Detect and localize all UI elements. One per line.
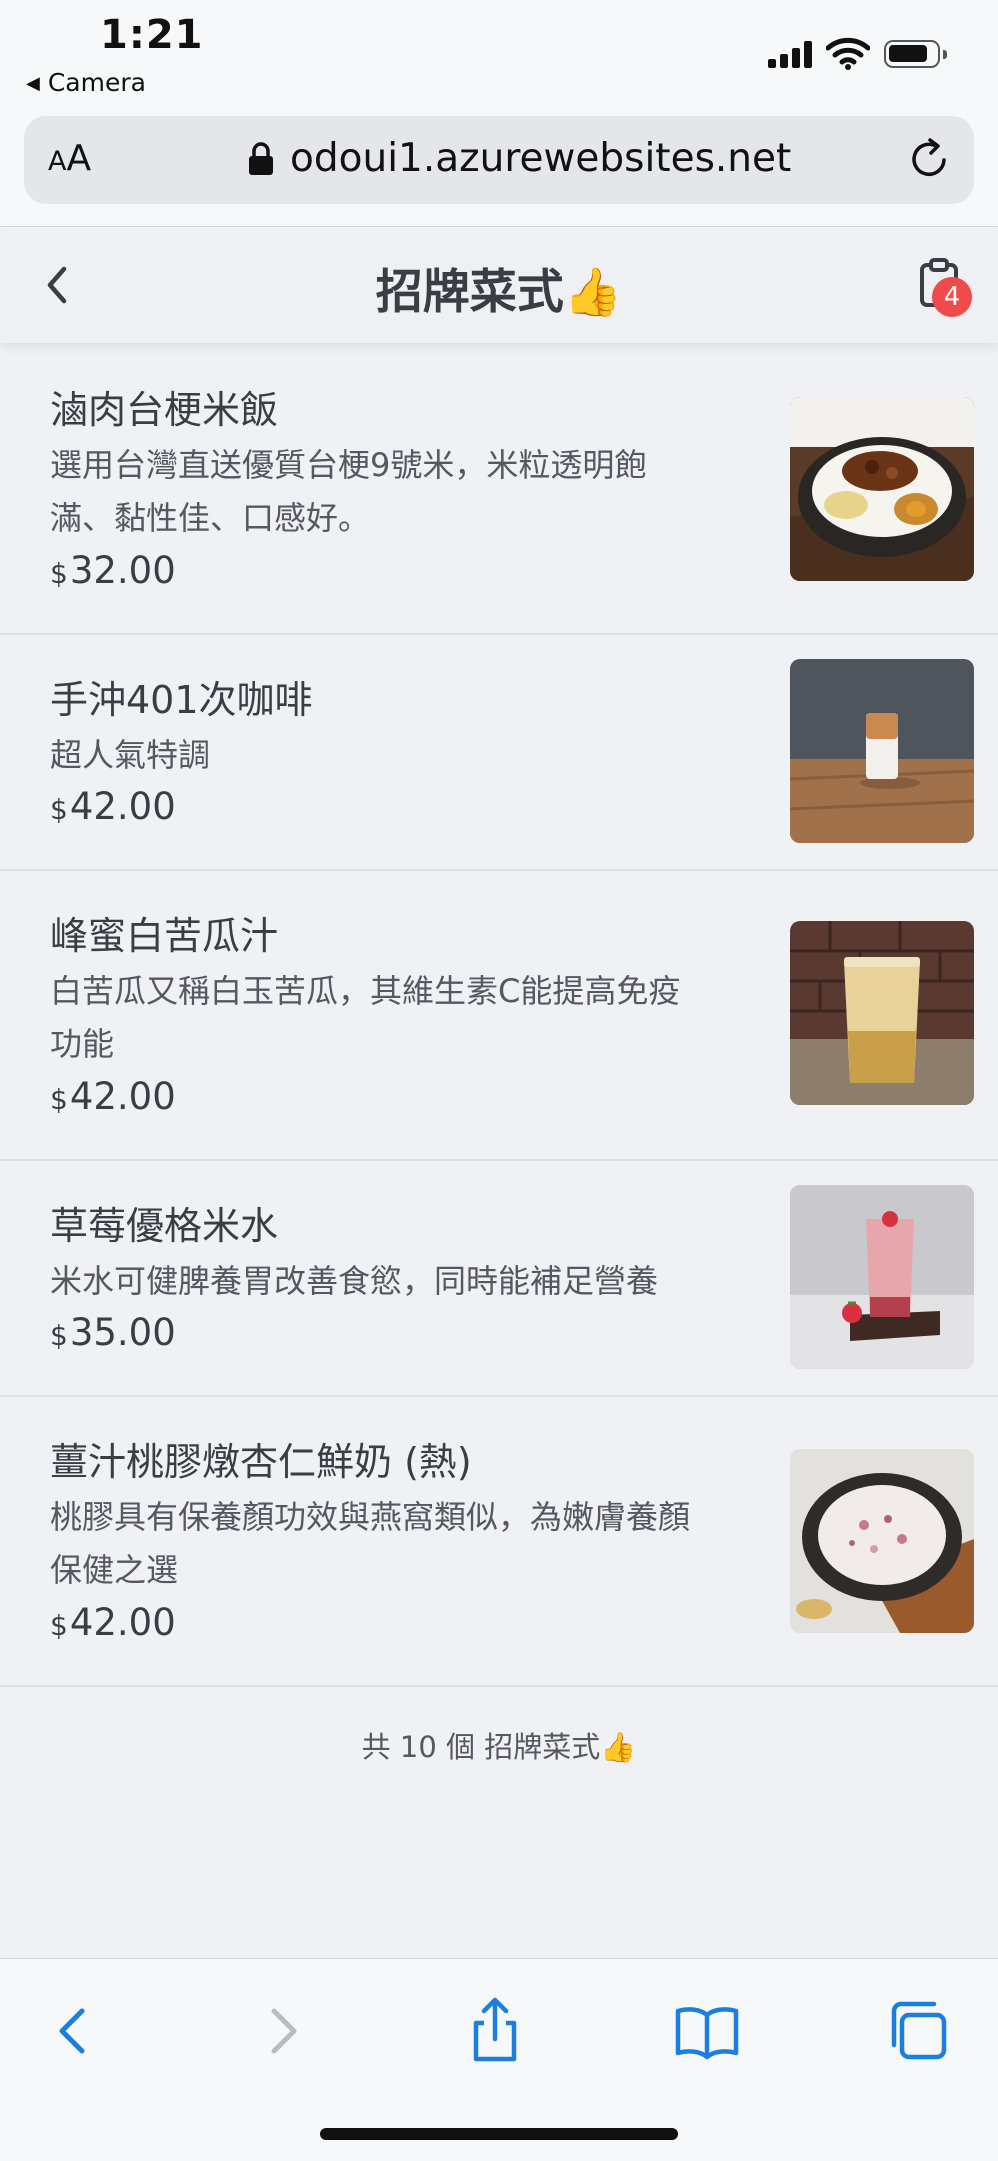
item-description: 米水可健脾養胃改善食慾，同時能補足營養 [50,1262,659,1300]
item-name: 手沖401次咖啡 [50,678,313,722]
wifi-icon [826,37,870,70]
item-photo-strawberry-yogurt-drink [790,1185,974,1369]
item-description: 超人氣特調 [50,736,211,774]
text-size-button[interactable]: AA [48,138,91,179]
browser-address-area: AA odoui1.azurewebsites.net [0,110,998,227]
item-price: $32.00 [50,549,176,592]
back-to-camera-link[interactable]: ◀ Camera [26,68,146,97]
item-price: $42.00 [50,1601,176,1644]
list-item[interactable]: 草莓優格米水 米水可健脾養胃改善食慾，同時能補足營養 $35.00 [0,1161,998,1397]
back-triangle-icon: ◀ [26,73,40,94]
address-bar[interactable]: AA odoui1.azurewebsites.net [24,116,974,204]
item-name: 草莓優格米水 [50,1204,279,1248]
item-name: 峰蜜白苦瓜汁 [50,914,279,958]
item-name: 滷肉台梗米飯 [50,388,279,432]
list-item[interactable]: 手沖401次咖啡 超人氣特調 $42.00 [0,635,998,871]
item-photo-braised-pork-rice [790,397,974,581]
tabs-icon[interactable] [884,1995,954,2065]
back-app-label: Camera [47,68,146,97]
item-description: 選用台灣直送優質台梗9號米，米粒透明飽滿、黏性佳、口感好。 [50,446,647,537]
list-item[interactable]: 滷肉台梗米飯 選用台灣直送優質台梗9號米，米粒透明飽滿、黏性佳、口感好。 $32… [0,343,998,635]
signal-icon [768,40,812,68]
reload-icon[interactable] [906,136,952,182]
back-icon[interactable] [36,1995,106,2065]
bookmarks-icon[interactable] [672,1995,742,2065]
item-price: $42.00 [50,785,176,828]
item-photo-bitter-melon-juice [790,921,974,1105]
cart-count-badge: 4 [932,277,972,317]
total-count-text: 共 10 個 招牌菜式👍 [361,1730,637,1764]
home-indicator [320,2128,678,2140]
page-title: 招牌菜式👍 [375,265,623,320]
app-header: 招牌菜式👍 4 [0,227,998,343]
status-bar: 1:21 ◀ Camera [0,0,998,110]
item-price: $35.00 [50,1311,176,1354]
product-list: 滷肉台梗米飯 選用台灣直送優質台梗9號米，米粒透明飽滿、黏性佳、口感好。 $32… [0,343,998,1687]
status-time: 1:21 [100,12,204,58]
item-photo-dalgona-coffee [790,659,974,843]
item-description: 桃膠具有保養顏功效與燕窩類似，為嫩膚養顏保健之選 [50,1498,691,1589]
share-icon[interactable] [460,1995,530,2065]
item-photo-peach-gum-almond-milk [790,1449,974,1633]
item-description: 白苦瓜又稱白玉苦瓜，其維生素C能提高免疫功能 [50,972,681,1063]
list-item[interactable]: 薑汁桃膠燉杏仁鮮奶 (熱) 桃膠具有保養顏功效與燕窩類似，為嫩膚養顏保健之選 $… [0,1397,998,1687]
item-price: $42.00 [50,1075,176,1118]
list-item[interactable]: 峰蜜白苦瓜汁 白苦瓜又稱白玉苦瓜，其維生素C能提高免疫功能 $42.00 [0,871,998,1161]
lock-icon [249,142,273,175]
forward-icon[interactable] [250,1995,320,2065]
url-text[interactable]: odoui1.azurewebsites.net [290,136,791,181]
battery-icon [884,40,947,68]
item-name: 薑汁桃膠燉杏仁鮮奶 (熱) [50,1440,472,1484]
